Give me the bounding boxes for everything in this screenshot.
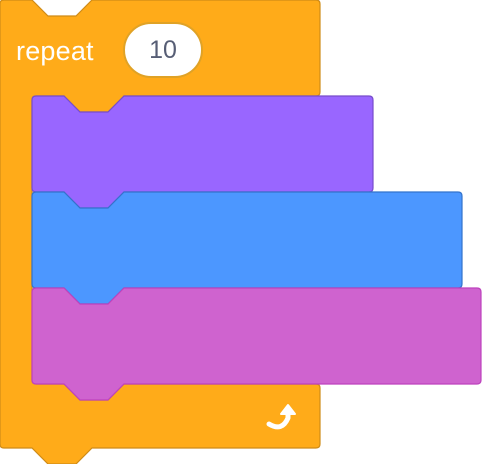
repeat-label: repeat xyxy=(16,36,94,66)
loop-arrow-icon xyxy=(260,398,300,434)
custom-block[interactable] xyxy=(31,287,482,401)
repeat-count-input[interactable]: 10 xyxy=(123,22,203,78)
looks-block[interactable] xyxy=(31,95,374,209)
scratch-script-area: repeat 10 xyxy=(0,0,482,465)
motion-block[interactable] xyxy=(31,191,463,305)
